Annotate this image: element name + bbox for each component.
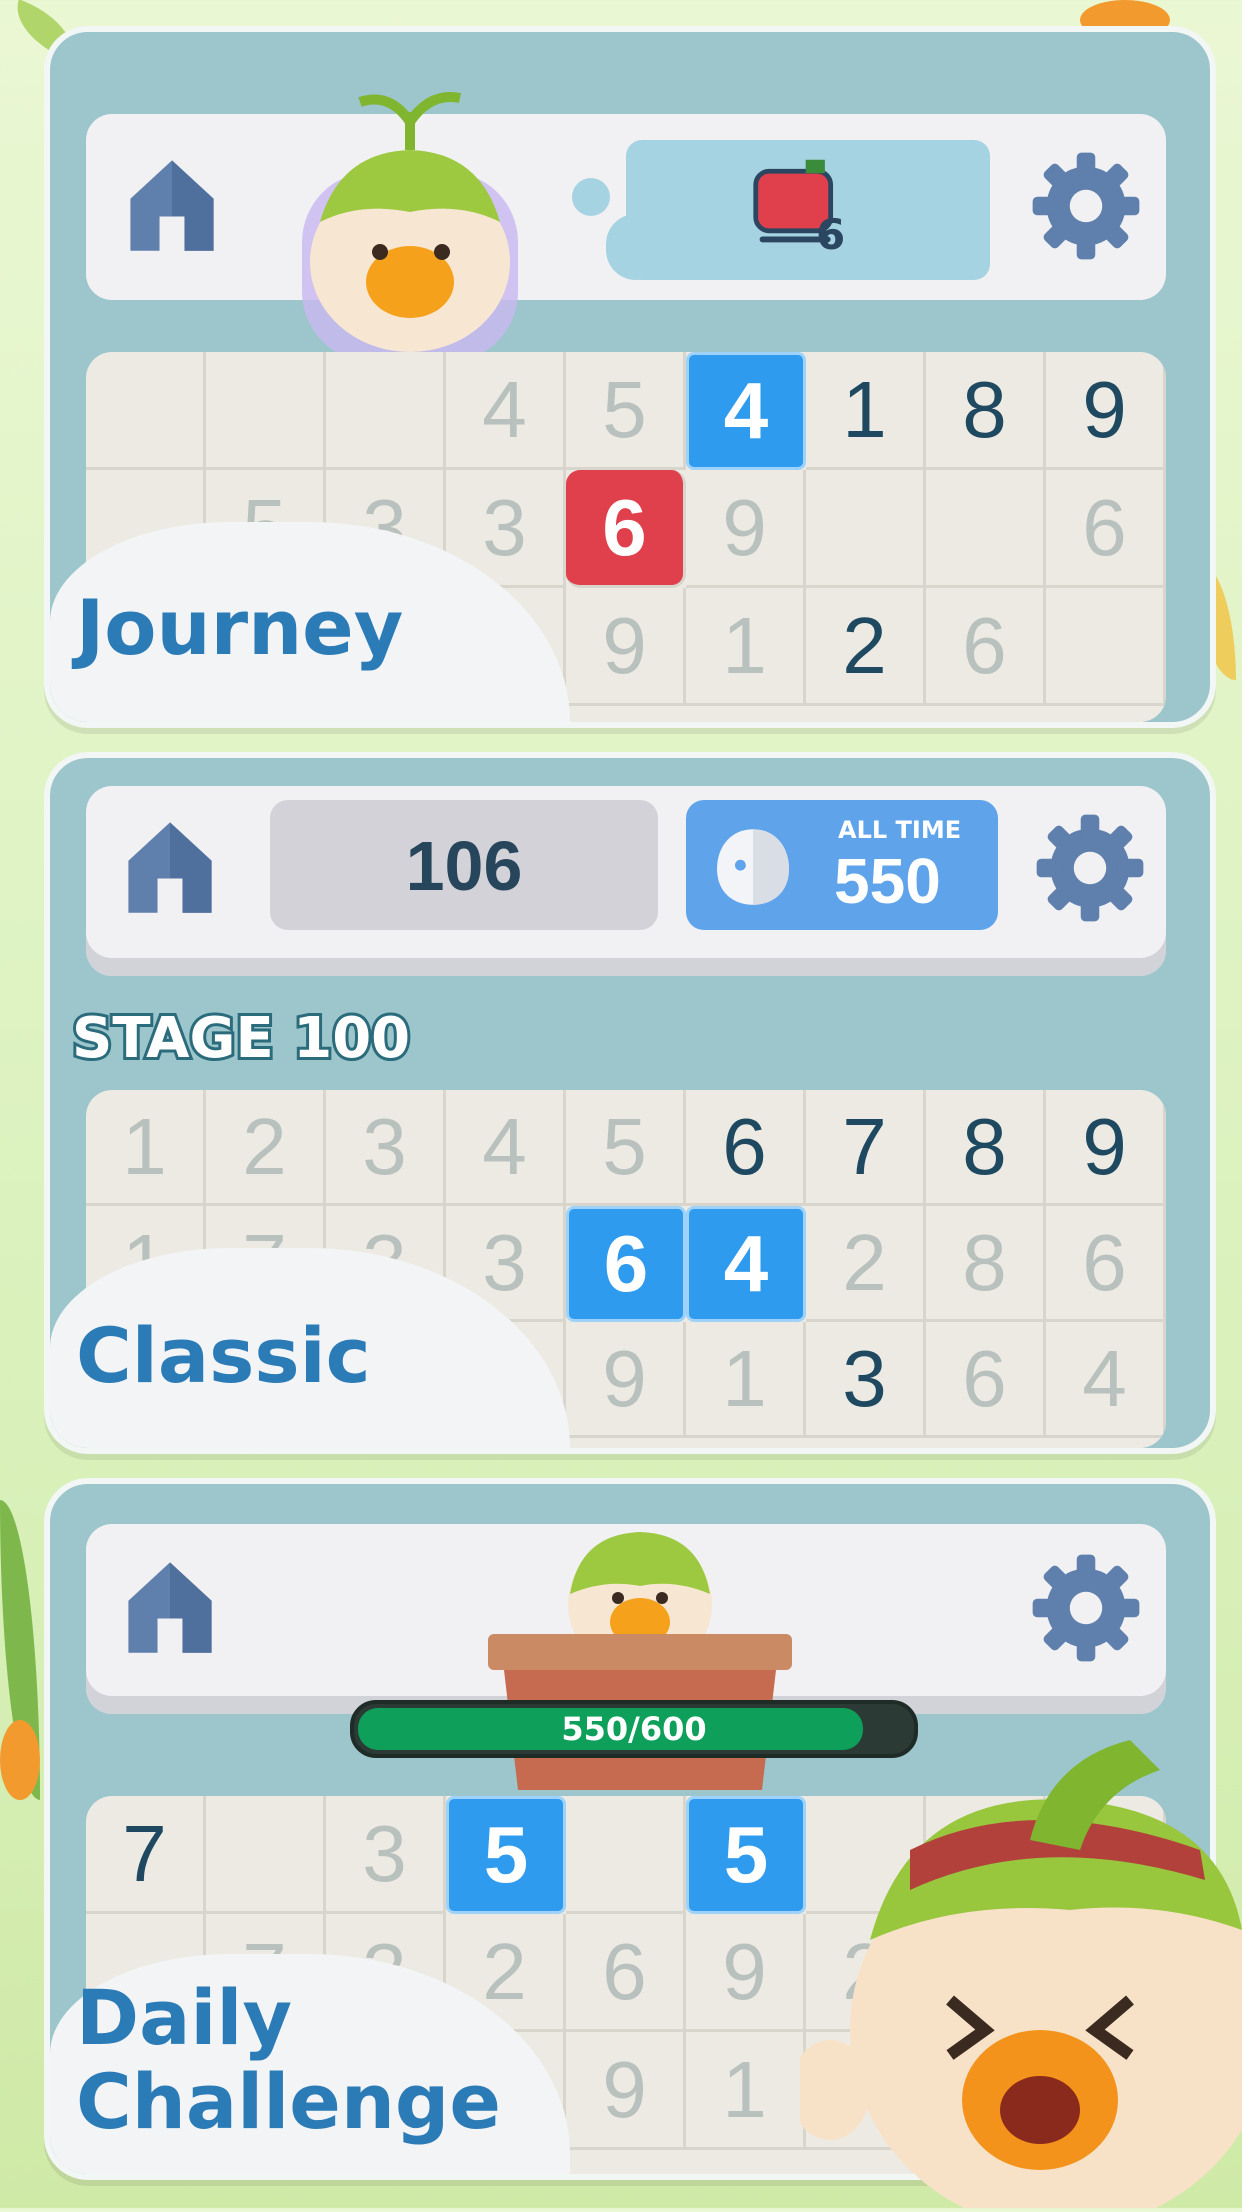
journey-mode-card[interactable]: 6 4541895336969126 Journey (44, 26, 1216, 728)
grid-cell: 9 (1046, 352, 1166, 470)
speech-tail (606, 214, 666, 280)
classic-top-bar: 106 ALL TIME 550 (86, 786, 1166, 976)
home-icon (120, 152, 224, 256)
grid-cell: 1 (86, 1090, 206, 1206)
gear-icon[interactable] (1028, 148, 1144, 264)
grid-cell: 2 (806, 1206, 926, 1322)
grid-cell: 3 (806, 1322, 926, 1438)
grid-cell: 9 (686, 1914, 806, 2032)
grid-cell: 6 (686, 1090, 806, 1206)
ghost-icon (708, 822, 798, 912)
gear-icon[interactable] (1032, 810, 1148, 926)
speech-dot (572, 178, 610, 216)
all-time-value: 550 (834, 845, 941, 917)
sprout-mascot-large (790, 1700, 1242, 2212)
classic-title: Classic (76, 1311, 371, 1400)
journey-top-bar: 6 (86, 114, 1166, 300)
all-time-label: ALL TIME (838, 816, 962, 844)
grid-cell: 7 (806, 1090, 926, 1206)
grid-cell: 1 (686, 2032, 806, 2150)
all-time-pill: ALL TIME 550 (686, 800, 998, 930)
home-icon (118, 1554, 222, 1658)
grid-cell (206, 352, 326, 470)
home-icon (118, 814, 222, 918)
background-flower (0, 1720, 40, 1800)
grid-cell (86, 352, 206, 470)
grid-cell (326, 352, 446, 470)
grid-cell: 3 (326, 1796, 446, 1914)
grid-cell: 4 (446, 352, 566, 470)
grid-cell (206, 1796, 326, 1914)
grid-cell: 6 (1046, 470, 1166, 588)
grid-cell: 9 (566, 588, 686, 706)
grid-cell: 9 (566, 2032, 686, 2150)
grid-cell: 2 (806, 588, 926, 706)
grid-cell: 9 (1046, 1090, 1166, 1206)
grid-cell: 9 (686, 470, 806, 588)
grid-cell (1046, 588, 1166, 706)
grid-cell: 5 (446, 1796, 566, 1914)
grid-cell: 1 (806, 352, 926, 470)
stage-label: STAGE 100 (69, 1003, 413, 1074)
grid-cell: 4 (446, 1090, 566, 1206)
gift-count-badge: 6 (816, 210, 846, 259)
journey-title: Journey (76, 583, 404, 672)
grid-cell: 6 (566, 1914, 686, 2032)
grid-cell: 7 (86, 1796, 206, 1914)
grid-cell: 4 (686, 352, 806, 470)
grid-cell (806, 470, 926, 588)
current-score: 106 (405, 827, 523, 905)
grid-cell: 8 (926, 1090, 1046, 1206)
grid-cell: 4 (1046, 1322, 1166, 1438)
grid-cell: 8 (926, 1206, 1046, 1322)
grid-cell (566, 1796, 686, 1914)
grid-cell: 5 (566, 352, 686, 470)
classic-mode-card[interactable]: 106 ALL TIME 550 STAGE 100 1234567891733… (44, 752, 1216, 1454)
gift-number-cell: 6 (566, 470, 686, 588)
grid-cell (926, 470, 1046, 588)
sprout-mascot-avatar (280, 72, 540, 362)
grid-cell: 1 (686, 588, 806, 706)
grid-cell: 6 (566, 1206, 686, 1322)
grid-cell: 1 (686, 1322, 806, 1438)
grid-cell: 5 (566, 1090, 686, 1206)
grid-cell: 2 (206, 1090, 326, 1206)
grid-cell: 6 (1046, 1206, 1166, 1322)
grid-cell: 8 (926, 352, 1046, 470)
score-pill: 106 (270, 800, 658, 930)
grid-cell: 3 (326, 1090, 446, 1206)
daily-title-line1: Daily (76, 1973, 293, 2062)
grid-cell: 6 (926, 588, 1046, 706)
grid-cell: 9 (566, 1322, 686, 1438)
grid-cell: 5 (686, 1796, 806, 1914)
gear-icon[interactable] (1028, 1550, 1144, 1666)
grid-cell: 6 (926, 1322, 1046, 1438)
daily-title-line2: Challenge (76, 2057, 501, 2146)
grid-cell: 4 (686, 1206, 806, 1322)
